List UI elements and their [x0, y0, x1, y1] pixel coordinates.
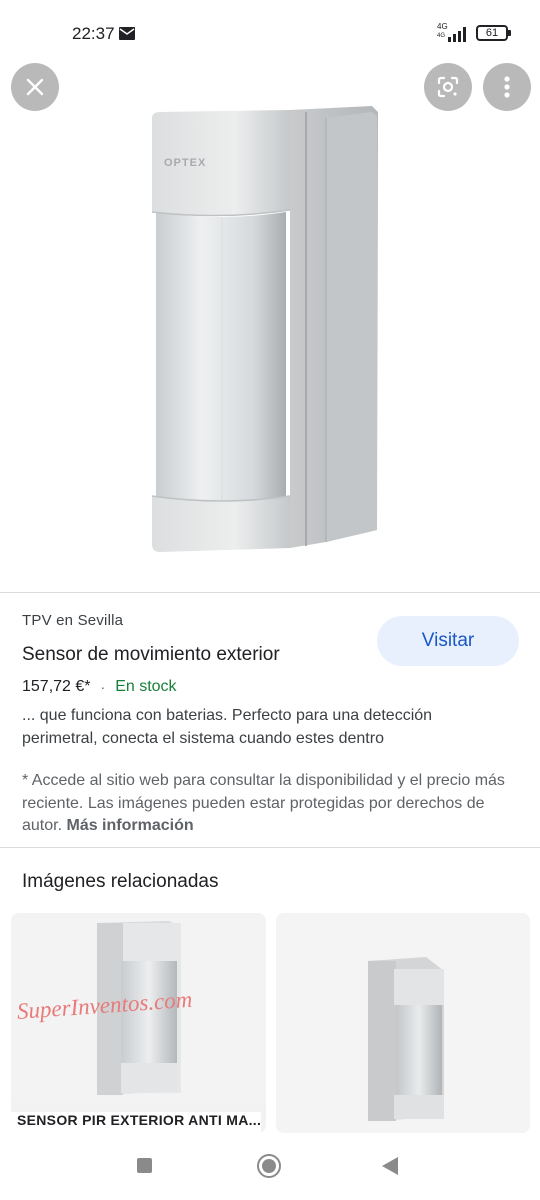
related-images-heading: Imágenes relacionadas	[22, 871, 219, 892]
related-image-card[interactable]	[276, 913, 530, 1133]
status-time: 22:37	[72, 24, 115, 43]
lens-icon	[437, 76, 459, 98]
status-bar: 22:37 4G 4G 61	[0, 0, 540, 64]
copyright-notice: * Accede al sitio web para consultar la …	[22, 770, 522, 838]
price-row: 157,72 €* · En stock	[22, 678, 177, 696]
recents-icon[interactable]	[137, 1158, 152, 1173]
product-source[interactable]: TPV en Sevilla	[22, 612, 123, 629]
lens-search-button[interactable]	[424, 63, 472, 111]
product-description: ... que funciona con baterias. Perfecto …	[22, 707, 433, 747]
more-vert-icon	[504, 76, 510, 98]
divider	[0, 847, 540, 848]
signal-icon: 4G 4G	[436, 22, 472, 44]
system-nav-bar	[0, 1136, 540, 1200]
home-icon[interactable]	[257, 1154, 281, 1178]
visit-button[interactable]: Visitar	[377, 616, 519, 666]
mail-icon	[119, 27, 135, 40]
close-icon	[26, 78, 44, 96]
product-title[interactable]: Sensor de movimiento exterior	[22, 644, 280, 666]
product-price: 157,72 €*	[22, 678, 91, 695]
stock-status: En stock	[115, 678, 177, 695]
battery-icon: 61	[476, 25, 511, 41]
divider	[0, 592, 540, 593]
product-image[interactable]: OPTEX	[0, 60, 540, 592]
close-button[interactable]	[11, 63, 59, 111]
related-image-caption[interactable]: SENSOR PIR EXTERIOR ANTI MA...	[11, 1112, 261, 1133]
price-separator: ·	[100, 679, 106, 695]
back-icon[interactable]	[382, 1157, 398, 1175]
network-sub-label: 4G	[437, 33, 446, 39]
more-info-link[interactable]: Más información	[66, 817, 193, 834]
brand-mark: OPTEX	[164, 157, 206, 169]
battery-level: 61	[485, 27, 499, 39]
related-image[interactable]	[276, 913, 530, 1133]
related-image-card[interactable]: SuperInventos.com SENSOR PIR EXTERIOR AN…	[11, 913, 266, 1133]
related-image[interactable]: SuperInventos.com	[11, 913, 266, 1103]
more-options-button[interactable]	[483, 63, 531, 111]
